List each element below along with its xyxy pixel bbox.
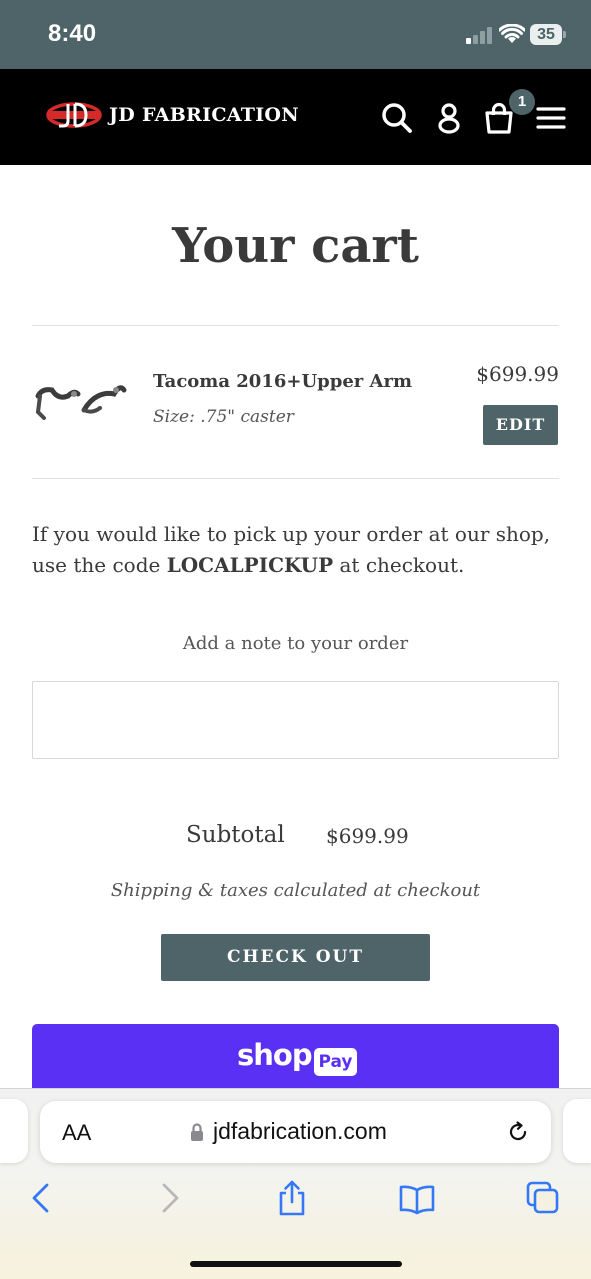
subtotal-value: $699.99 xyxy=(326,824,409,848)
bookmarks-icon[interactable] xyxy=(399,1180,435,1216)
status-time: 8:40 xyxy=(48,20,97,47)
shipping-note: Shipping & taxes calculated at checkout xyxy=(110,880,481,901)
pickup-notice-text-end: at checkout. xyxy=(333,553,465,577)
previous-tab-peek[interactable] xyxy=(0,1099,28,1163)
battery-level: 35 xyxy=(537,26,555,43)
reload-icon[interactable] xyxy=(506,1120,530,1144)
wifi-icon xyxy=(499,24,525,43)
pickup-notice: If you would like to pick up your order … xyxy=(32,519,559,581)
product-price: $699.99 xyxy=(476,362,559,386)
home-indicator[interactable] xyxy=(190,1261,402,1267)
site-header: JD FABRICATION xyxy=(0,69,591,165)
url-text[interactable]: jdfabrication.com xyxy=(213,1118,387,1145)
menu-icon[interactable] xyxy=(534,101,568,135)
battery-icon: 35 xyxy=(530,24,566,45)
cellular-signal-icon xyxy=(466,26,494,44)
status-bar: 8:40 35 xyxy=(0,0,591,69)
order-note-label: Add a note to your order xyxy=(182,633,409,654)
cart-count-badge[interactable]: 1 xyxy=(509,89,535,115)
shop-pay-button[interactable]: shop Pay xyxy=(32,1024,559,1094)
page-title: Your cart xyxy=(172,218,419,274)
product-image[interactable] xyxy=(32,374,128,424)
lock-icon xyxy=(191,1123,203,1141)
order-note-textarea[interactable] xyxy=(32,681,559,759)
next-tab-peek[interactable] xyxy=(563,1099,591,1163)
forward-icon[interactable] xyxy=(152,1180,188,1216)
divider xyxy=(32,478,559,479)
account-icon[interactable] xyxy=(432,101,466,135)
checkout-button[interactable]: CHECK OUT xyxy=(161,934,430,981)
product-name[interactable]: Tacoma 2016+Upper Arm xyxy=(153,371,412,392)
tabs-icon[interactable] xyxy=(525,1180,561,1216)
share-icon[interactable] xyxy=(274,1180,310,1216)
divider xyxy=(32,325,559,326)
back-icon[interactable] xyxy=(23,1180,59,1216)
edit-button[interactable]: EDIT xyxy=(483,405,558,445)
brand-name[interactable]: JD FABRICATION xyxy=(109,104,299,126)
shop-pay-pill: Pay xyxy=(314,1048,357,1076)
product-variant: Size: .75" caster xyxy=(153,407,294,427)
text-size-button[interactable]: AA xyxy=(62,1120,91,1146)
subtotal-label: Subtotal xyxy=(186,822,285,848)
shop-pay-wordmark: shop xyxy=(237,1038,313,1072)
search-icon[interactable] xyxy=(380,101,414,135)
pickup-code: LOCALPICKUP xyxy=(166,553,334,577)
jd-logo-icon[interactable] xyxy=(46,101,102,129)
address-bar[interactable]: AA jdfabrication.com xyxy=(40,1101,551,1163)
